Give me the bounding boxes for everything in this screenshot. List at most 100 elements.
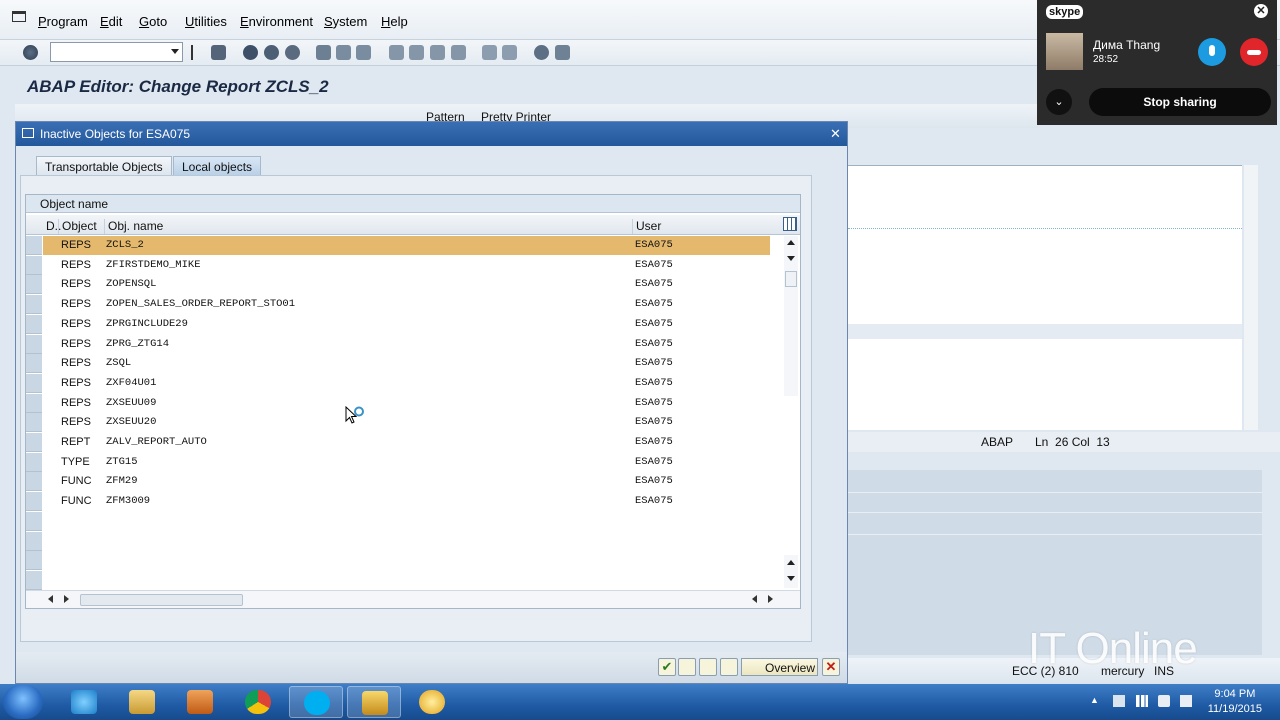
microphone-icon[interactable] <box>1198 38 1226 66</box>
table-row[interactable]: REPS ZSQL ESA075 <box>26 354 770 374</box>
command-field[interactable] <box>50 42 183 62</box>
table-row[interactable]: REPS ZFIRSTDEMO_MIKE ESA075 <box>26 255 770 276</box>
table-row[interactable]: REPS ZPRG_ZTG14 ESA075 <box>26 334 770 355</box>
chevron-down-icon[interactable] <box>171 49 179 54</box>
new-session-icon[interactable] <box>482 45 497 60</box>
menu-environment[interactable]: Environment <box>240 14 313 29</box>
scroll-right-icon[interactable] <box>768 595 773 603</box>
details-icon[interactable] <box>720 658 738 676</box>
stop-icon[interactable] <box>285 45 300 60</box>
next-page-icon[interactable] <box>430 45 445 60</box>
taskbar-sap-gui[interactable] <box>405 686 459 718</box>
find-icon[interactable] <box>336 45 351 60</box>
activate-icon[interactable] <box>678 658 696 676</box>
col-header-user[interactable]: User <box>632 219 661 234</box>
save-icon[interactable] <box>211 45 226 60</box>
table-row[interactable]: TYPE ZTG15 ESA075 <box>26 452 770 473</box>
grid-lower-scrollbar[interactable] <box>784 555 798 588</box>
network-icon[interactable] <box>1136 695 1148 707</box>
table-row[interactable]: REPS ZOPEN_SALES_ORDER_REPORT_STO01 ESA075 <box>26 295 770 315</box>
menu-goto[interactable]: Goto <box>139 14 167 29</box>
editor-scrollbar[interactable] <box>1244 165 1258 430</box>
menu-system[interactable]: System <box>324 14 367 29</box>
window-menu-icon[interactable] <box>12 11 26 22</box>
row-selector[interactable] <box>26 413 42 433</box>
row-selector[interactable] <box>26 334 42 354</box>
table-row[interactable]: FUNC ZFM29 ESA075 <box>26 472 770 492</box>
row-selector[interactable] <box>26 295 42 315</box>
scroll-down-icon[interactable] <box>787 256 795 261</box>
chevron-down-icon[interactable]: ⌄ <box>1046 89 1072 115</box>
row-selector[interactable] <box>26 433 42 452</box>
row-selector[interactable] <box>26 314 42 334</box>
cancel-icon[interactable] <box>264 45 279 60</box>
row-selector[interactable] <box>26 354 42 374</box>
menu-edit[interactable]: Edit <box>100 14 122 29</box>
volume-icon[interactable] <box>1158 695 1170 707</box>
table-row[interactable]: REPS ZXSEUU20 ESA075 <box>26 413 770 433</box>
table-row[interactable]: REPS ZXSEUU09 ESA075 <box>26 393 770 414</box>
hang-up-icon[interactable] <box>1240 38 1268 66</box>
system-clock[interactable]: 9:04 PM 11/19/2015 <box>1208 687 1262 717</box>
taskbar-internet-explorer[interactable] <box>57 686 111 718</box>
taskbar-skype[interactable] <box>289 686 343 718</box>
row-selector[interactable] <box>26 275 42 295</box>
stop-sharing-button[interactable]: Stop sharing <box>1089 88 1271 116</box>
col-header-object[interactable]: Object <box>58 219 97 234</box>
horizontal-scroll-thumb[interactable] <box>80 594 243 606</box>
taskbar-media-player[interactable] <box>173 686 227 718</box>
row-selector[interactable] <box>26 373 42 393</box>
shortcut-icon[interactable] <box>502 45 517 60</box>
scroll-up-icon[interactable] <box>787 560 795 565</box>
last-page-icon[interactable] <box>451 45 466 60</box>
start-button[interactable] <box>3 685 43 719</box>
row-selector[interactable] <box>26 492 42 512</box>
row-selector[interactable] <box>26 393 42 413</box>
menu-program[interactable]: Program <box>38 14 88 29</box>
scroll-thumb[interactable] <box>785 271 797 287</box>
exit-icon[interactable] <box>243 45 258 60</box>
table-row[interactable]: REPT ZALV_REPORT_AUTO ESA075 <box>26 433 770 453</box>
first-page-icon[interactable] <box>389 45 404 60</box>
power-icon[interactable] <box>1180 695 1192 707</box>
layout-menu-icon[interactable] <box>555 45 570 60</box>
taskbar-explorer[interactable] <box>115 686 169 718</box>
select-all-icon[interactable] <box>699 658 717 676</box>
scroll-up-icon[interactable] <box>787 240 795 245</box>
close-icon[interactable]: ✕ <box>1254 4 1268 18</box>
code-editor[interactable] <box>848 165 1242 430</box>
taskbar-sap-logon[interactable] <box>347 686 401 718</box>
row-selector[interactable] <box>26 255 42 275</box>
menu-utilities[interactable]: Utilities <box>185 14 227 29</box>
scroll-left-icon[interactable] <box>48 595 53 603</box>
scroll-left-icon[interactable] <box>752 595 757 603</box>
scroll-right-icon[interactable] <box>64 595 69 603</box>
table-row[interactable]: REPS ZOPENSQL ESA075 <box>26 275 770 295</box>
close-icon[interactable]: ✕ <box>828 126 843 141</box>
action-center-icon[interactable] <box>1113 695 1125 707</box>
find-next-icon[interactable] <box>356 45 371 60</box>
taskbar-chrome[interactable] <box>231 686 285 718</box>
table-row[interactable]: REPS ZCLS_2 ESA075 <box>26 236 770 256</box>
help-icon[interactable] <box>534 45 549 60</box>
show-hidden-icons-icon[interactable]: ▲ <box>1090 695 1102 707</box>
horizontal-scrollbar[interactable] <box>26 590 800 608</box>
scroll-down-icon[interactable] <box>787 576 795 581</box>
change-layout-icon[interactable] <box>783 217 797 231</box>
overview-button[interactable]: Overview <box>741 658 818 676</box>
tab-transportable-objects[interactable]: Transportable Objects <box>36 156 172 176</box>
tab-local-objects[interactable]: Local objects <box>173 156 262 176</box>
cancel-icon[interactable]: ✕ <box>822 658 840 676</box>
previous-page-icon[interactable] <box>409 45 424 60</box>
row-selector[interactable] <box>26 236 42 255</box>
table-row[interactable]: FUNC ZFM3009 ESA075 <box>26 492 770 512</box>
enter-icon[interactable] <box>23 45 38 60</box>
grid-scrollbar[interactable] <box>784 236 798 396</box>
table-row[interactable]: REPS ZPRGINCLUDE29 ESA075 <box>26 314 770 335</box>
menu-help[interactable]: Help <box>381 14 408 29</box>
print-icon[interactable] <box>316 45 331 60</box>
col-header-obj-name[interactable]: Obj. name <box>104 219 163 234</box>
back-icon[interactable] <box>191 45 201 60</box>
row-selector[interactable] <box>26 472 42 492</box>
table-row[interactable]: REPS ZXF04U01 ESA075 <box>26 373 770 394</box>
